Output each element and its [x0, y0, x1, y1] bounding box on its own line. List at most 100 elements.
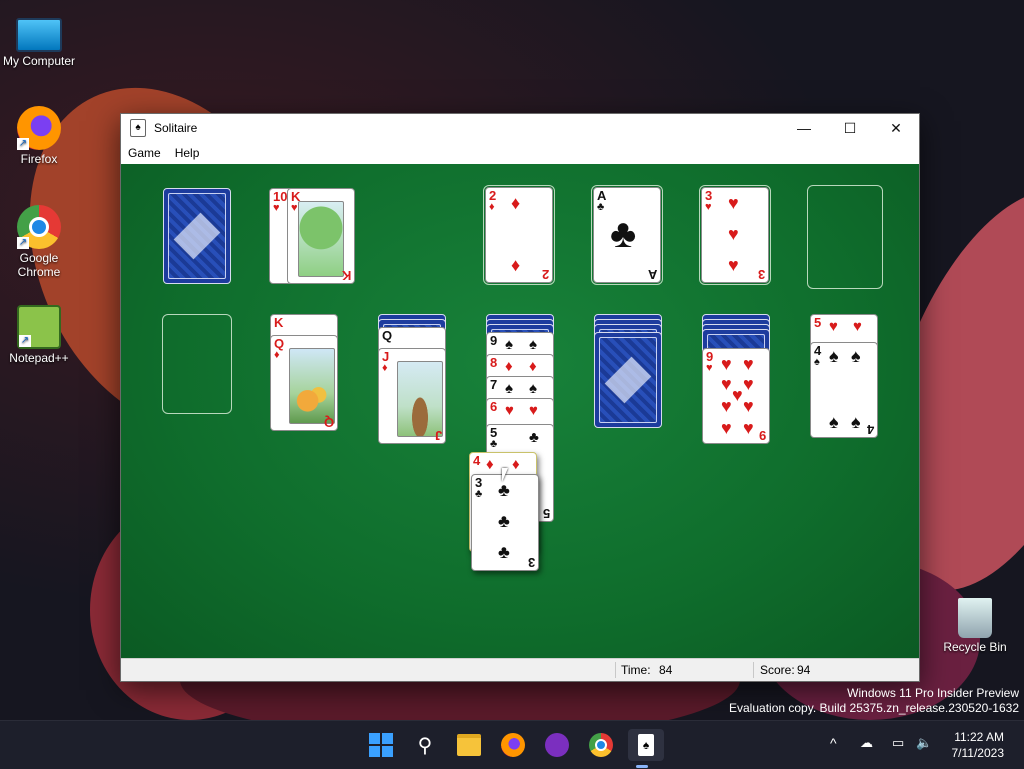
- heart-icon: ♥: [743, 354, 754, 374]
- card-rank: 2: [541, 267, 549, 282]
- tray-chevron-icon[interactable]: ^: [830, 735, 837, 751]
- heart-icon: ♥: [743, 396, 754, 416]
- card-rank: 9: [758, 428, 766, 443]
- shortcut-arrow-icon: ↗: [17, 138, 29, 150]
- score-label: Score:: [760, 663, 795, 677]
- heart-icon: ♥: [743, 374, 754, 394]
- menu-game[interactable]: Game: [121, 146, 168, 160]
- card-rank: K: [274, 315, 284, 330]
- card-rank: 4: [866, 422, 874, 437]
- spade-icon: ♠: [505, 336, 513, 353]
- club-icon: ♣: [610, 212, 637, 256]
- solitaire-icon[interactable]: ♠: [628, 729, 664, 761]
- tableau-card-queen-diamonds[interactable]: Q ♦ Q: [270, 335, 338, 431]
- game-table[interactable]: 10 ♥ K ♥ K 2 ♦ ♦ ♦ 2 A ♣ ♣ A 3 ♥ ♥ ♥ ♥ 3…: [121, 164, 919, 660]
- shortcut-arrow-icon: ↗: [19, 335, 31, 347]
- stock-pile[interactable]: [163, 188, 231, 284]
- cloud-offline-icon[interactable]: ☁: [860, 735, 873, 751]
- card-rank: 6: [490, 399, 498, 414]
- chrome-icon: ↗: [17, 205, 61, 249]
- desktop-icon-recycle-bin[interactable]: Recycle Bin: [937, 598, 1013, 654]
- minimize-button[interactable]: —: [781, 114, 827, 142]
- notepadpp-icon: ↗: [17, 305, 61, 349]
- card-rank: Q: [323, 415, 334, 430]
- dragging-card-three-clubs[interactable]: 3 ♣ ♣ ♣ ♣ 3: [471, 474, 539, 571]
- desktop-icon-label: Notepad++: [9, 351, 69, 365]
- foundation-ace-clubs[interactable]: A ♣ ♣ A: [593, 187, 661, 283]
- close-button[interactable]: ✕: [873, 114, 919, 142]
- heart-icon: ♥: [853, 318, 862, 335]
- chrome-icon[interactable]: [587, 731, 615, 759]
- desktop-icon-notepadpp[interactable]: ↗ Notepad++: [1, 305, 77, 365]
- heart-icon: ♥: [706, 362, 713, 374]
- diamond-icon: ♦: [511, 193, 521, 213]
- heart-icon: ♥: [721, 354, 732, 374]
- desktop-icon-label: Google Chrome: [17, 251, 61, 279]
- spade-icon: ♠: [529, 380, 537, 397]
- watermark-line-1: Windows 11 Pro Insider Preview: [847, 686, 1019, 700]
- card-art: [298, 201, 344, 277]
- network-icon[interactable]: ▭: [892, 735, 904, 751]
- diamond-icon: ♦: [512, 456, 520, 473]
- score-value: 94: [797, 663, 811, 677]
- card-rank: K: [341, 268, 351, 283]
- diamond-icon: ♦: [486, 456, 494, 473]
- desktop-icon-chrome[interactable]: ↗ Google Chrome: [1, 205, 77, 279]
- card-rank: 8: [490, 355, 498, 370]
- heart-icon: ♥: [728, 193, 739, 213]
- foundation-three-hearts[interactable]: 3 ♥ ♥ ♥ ♥ 3: [701, 187, 769, 283]
- foundation-slot-empty[interactable]: [807, 185, 883, 289]
- card-rank: 5: [814, 315, 822, 330]
- tableau-card-nine-hearts[interactable]: 9 ♥ ♥ ♥ ♥ ♥ ♥ ♥ ♥ ♥ ♥ 9: [702, 348, 770, 444]
- club-icon: ♣: [498, 480, 510, 500]
- clock[interactable]: 11:22 AM 7/11/2023: [952, 729, 1005, 761]
- heart-icon: ♥: [728, 255, 739, 275]
- title-bar[interactable]: ♠ Solitaire — ☐ ✕: [121, 114, 919, 142]
- waste-card-king-hearts[interactable]: K ♥ K: [287, 188, 355, 284]
- card-rank: Q: [382, 328, 393, 343]
- watermark-line-2: Evaluation copy. Build 25375.zn_release.…: [729, 701, 1019, 715]
- search-icon[interactable]: ⚲: [411, 731, 439, 759]
- heart-icon: ♥: [721, 396, 732, 416]
- tableau-card-face-down[interactable]: [594, 332, 662, 428]
- spade-icon: ♠: [851, 346, 861, 366]
- desktop-icon-firefox[interactable]: ↗ Firefox: [1, 106, 77, 166]
- heart-icon: ♥: [728, 224, 739, 244]
- spade-icon: ♠: [814, 356, 820, 368]
- tableau-card-jack-diamonds[interactable]: J ♦ J: [378, 348, 446, 444]
- window-title: Solitaire: [154, 121, 198, 135]
- desktop-icon-label: Firefox: [20, 152, 58, 166]
- diamond-icon: ♦: [505, 358, 513, 375]
- foundation-two-diamonds[interactable]: 2 ♦ ♦ ♦ 2: [485, 187, 553, 283]
- windows-watermark: Windows 11 Pro Insider Preview Evaluatio…: [729, 686, 1019, 716]
- club-icon: ♣: [597, 201, 605, 213]
- app-icon[interactable]: [543, 731, 571, 759]
- menu-help[interactable]: Help: [168, 146, 207, 160]
- file-explorer-icon[interactable]: [455, 731, 483, 759]
- card-rank: 4: [473, 453, 481, 468]
- heart-icon: ♥: [829, 318, 838, 335]
- time-label: Time:: [621, 663, 651, 677]
- tableau-slot-empty[interactable]: [162, 314, 232, 414]
- heart-icon: ♥: [721, 418, 732, 438]
- firefox-icon[interactable]: [499, 731, 527, 759]
- desktop-icon-label: Recycle Bin: [943, 640, 1007, 654]
- heart-icon: ♥: [721, 374, 732, 394]
- card-rank: A: [647, 267, 657, 282]
- start-icon[interactable]: [367, 731, 395, 759]
- card-rank: 9: [490, 333, 498, 348]
- solitaire-window: ♠ Solitaire — ☐ ✕ Game Help 10 ♥ K ♥ K 2…: [120, 113, 920, 682]
- volume-icon[interactable]: 🔈: [916, 735, 932, 751]
- desktop-icon-my-computer[interactable]: My Computer: [1, 10, 77, 68]
- maximize-button[interactable]: ☐: [827, 114, 873, 142]
- tableau-card-four-spades[interactable]: 4 ♠ ♠ ♠ ♠ ♠ 4: [810, 342, 878, 438]
- diamond-icon: ♦: [382, 362, 388, 374]
- spade-icon: ♠: [529, 336, 537, 353]
- diamond-icon: ♦: [529, 358, 537, 375]
- card-rank: 3: [757, 267, 765, 282]
- desktop-icon-label: My Computer: [2, 54, 76, 68]
- heart-icon: ♥: [291, 202, 298, 214]
- clock-time: 11:22 AM: [954, 730, 1004, 744]
- club-icon: ♣: [498, 542, 510, 562]
- heart-icon: ♥: [743, 418, 754, 438]
